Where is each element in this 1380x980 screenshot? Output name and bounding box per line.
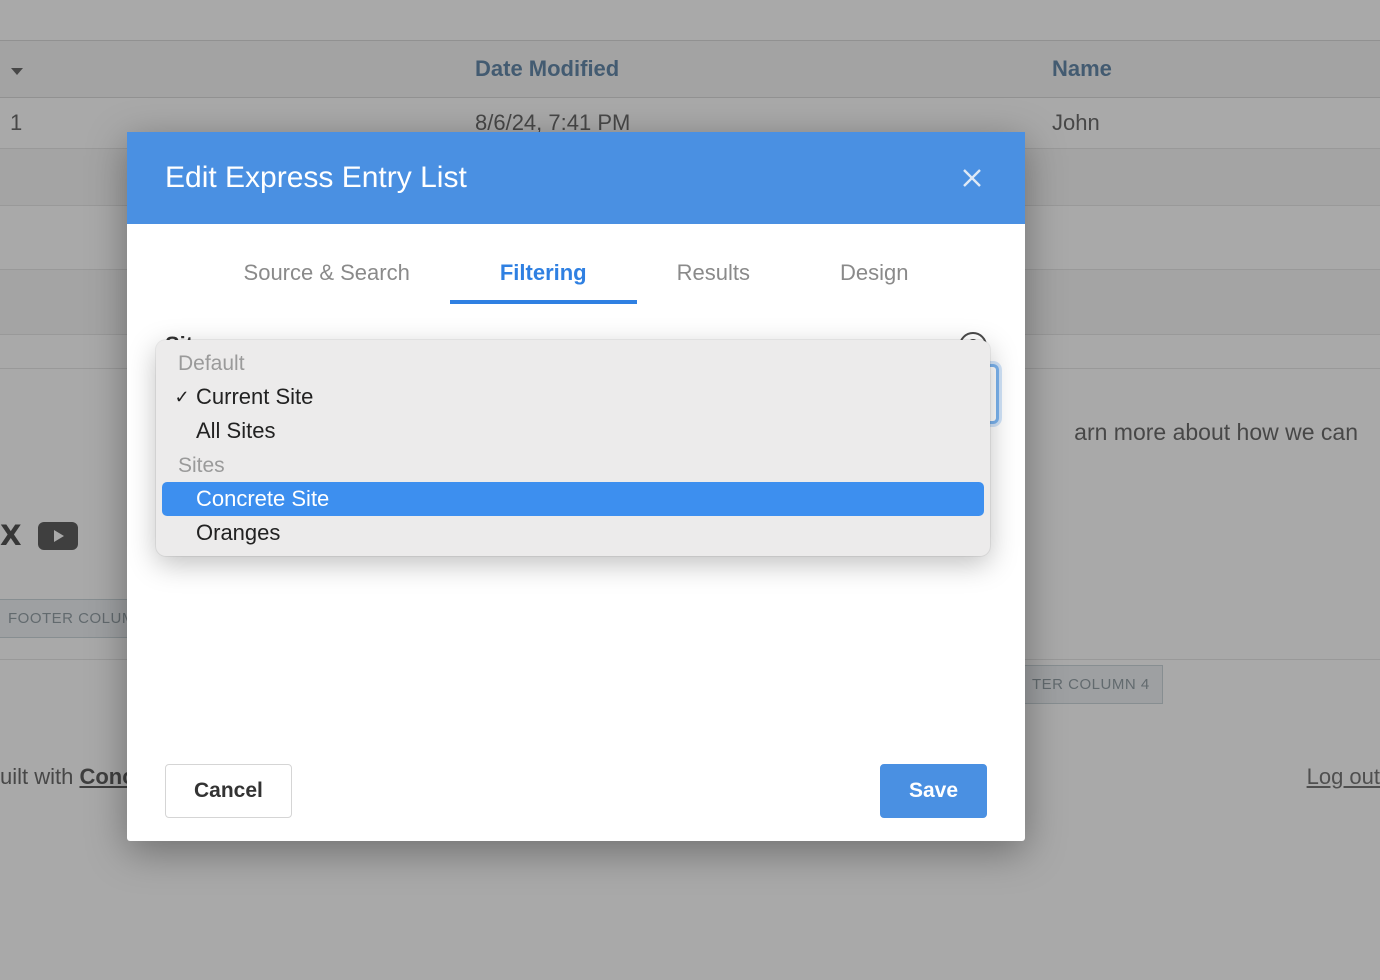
tab-results[interactable]: Results bbox=[677, 260, 750, 304]
site-select-dropdown[interactable]: Default ✓ Current Site All Sites Sites C… bbox=[156, 340, 990, 556]
dropdown-option-oranges[interactable]: Oranges bbox=[162, 516, 984, 550]
dropdown-group-default-label: Default bbox=[162, 346, 984, 380]
dropdown-option-all-sites[interactable]: All Sites bbox=[162, 414, 984, 448]
modal-title: Edit Express Entry List bbox=[165, 161, 467, 195]
tab-filtering[interactable]: Filtering bbox=[450, 260, 637, 304]
checkmark-icon: ✓ bbox=[168, 387, 196, 408]
modal-tabs: Source & Search Filtering Results Design bbox=[127, 224, 1025, 304]
dropdown-option-label: All Sites bbox=[196, 418, 275, 444]
cancel-button[interactable]: Cancel bbox=[165, 764, 292, 818]
modal-header: Edit Express Entry List bbox=[127, 132, 1025, 224]
dropdown-option-label: Current Site bbox=[196, 384, 313, 410]
dropdown-option-concrete-site[interactable]: Concrete Site bbox=[162, 482, 984, 516]
dropdown-option-label: Concrete Site bbox=[196, 486, 329, 512]
close-button[interactable] bbox=[957, 163, 987, 193]
tab-source-search[interactable]: Source & Search bbox=[244, 260, 410, 304]
dropdown-group-sites-label: Sites bbox=[162, 448, 984, 482]
dropdown-option-label: Oranges bbox=[196, 520, 280, 546]
tab-design[interactable]: Design bbox=[840, 260, 908, 304]
save-button[interactable]: Save bbox=[880, 764, 987, 818]
dropdown-option-current-site[interactable]: ✓ Current Site bbox=[162, 380, 984, 414]
modal-footer: Cancel Save bbox=[127, 741, 1025, 841]
